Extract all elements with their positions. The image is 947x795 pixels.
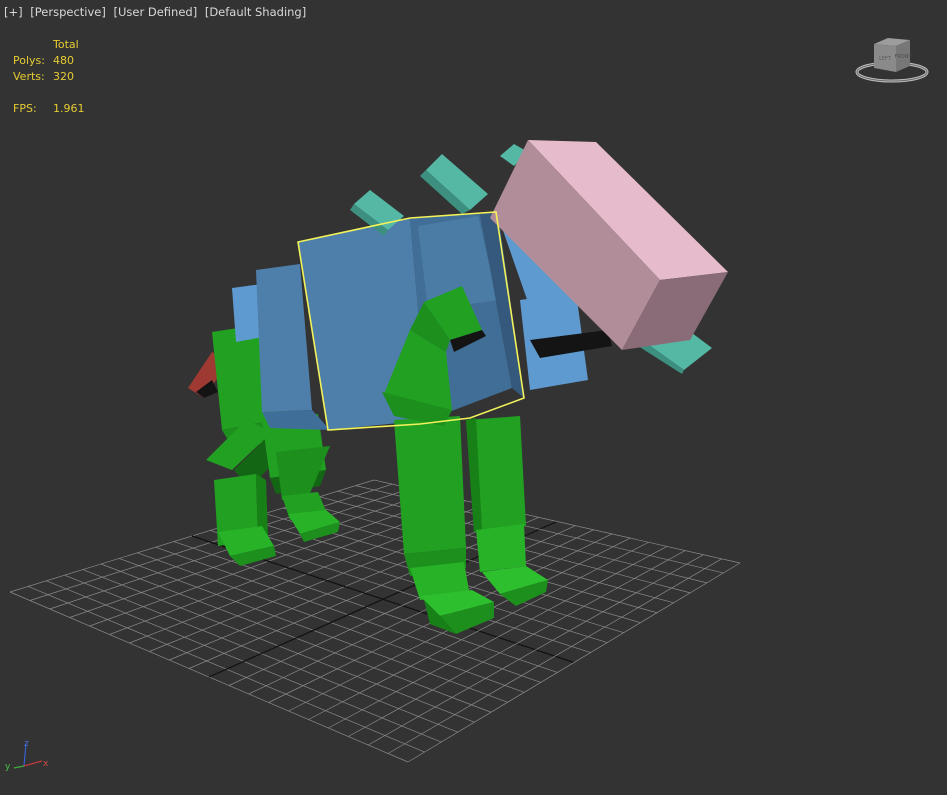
- scene-canvas[interactable]: [0, 0, 947, 795]
- axis-tripod-icon: z y x: [5, 739, 49, 772]
- axis-x-label: x: [43, 759, 49, 769]
- viewcube-front-face-label: FRONT: [894, 54, 912, 60]
- viewcube-icon[interactable]: LEFT FRONT: [854, 36, 930, 86]
- axis-z-label: z: [24, 739, 29, 749]
- axis-y-label: y: [5, 762, 11, 772]
- viewcube-left-face-label: LEFT: [879, 56, 892, 62]
- home-grid: [9, 479, 741, 763]
- front-legs-mesh[interactable]: [394, 416, 548, 634]
- perspective-viewport[interactable]: [+] [Perspective] [User Defined] [Defaul…: [0, 0, 947, 795]
